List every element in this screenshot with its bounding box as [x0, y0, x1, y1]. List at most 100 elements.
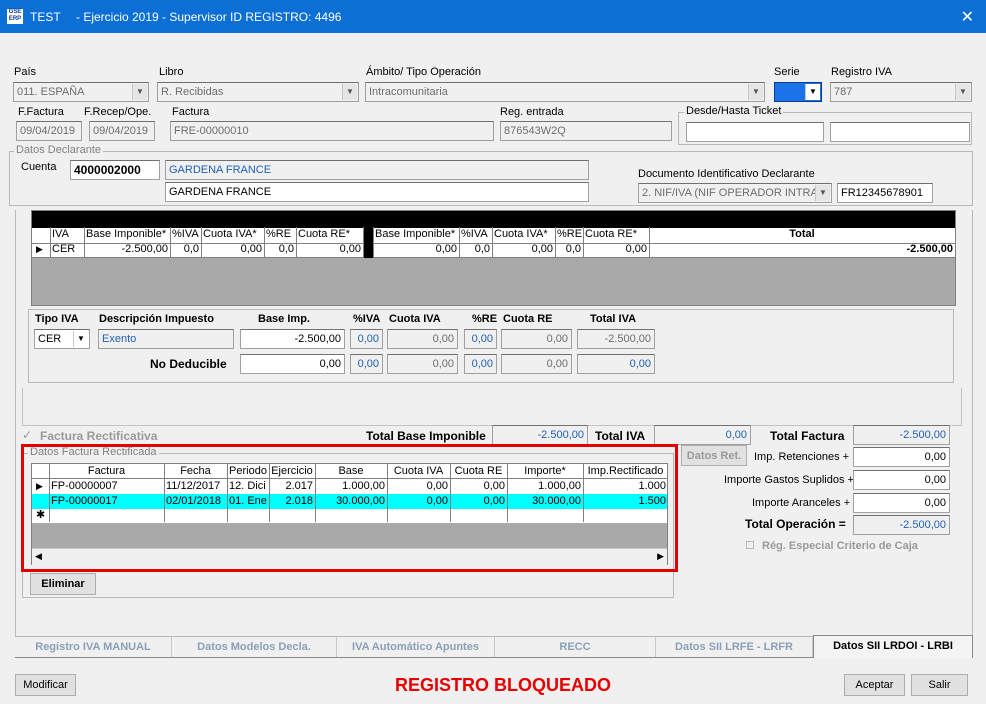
datos-ret-button[interactable]: Datos Ret. — [681, 445, 747, 466]
rectificativa-checkbox[interactable]: ✓ — [22, 428, 32, 442]
iva-grid-cell[interactable]: 0,00 — [296, 242, 363, 256]
chevron-down-icon[interactable]: ▼ — [805, 84, 820, 100]
grid-divider — [555, 227, 556, 258]
pre-header: %RE — [472, 313, 498, 325]
grid-separator-block — [364, 227, 373, 258]
frecep-label: F.Recep/Ope. — [84, 106, 152, 118]
chevron-down-icon[interactable]: ▼ — [955, 84, 970, 100]
status-text: REGISTRO BLOQUEADO — [395, 675, 612, 695]
doc-type-select[interactable]: 2. NIF/IVA (NIF OPERADOR INTRA ▼ — [638, 183, 832, 203]
iva-grid-cell[interactable]: 0,00 — [373, 242, 459, 256]
chevron-down-icon[interactable]: ▼ — [73, 331, 88, 347]
gastos-label: Importe Gastos Suplidos + — [724, 474, 854, 486]
cuota-field[interactable]: 0,00 — [387, 329, 458, 349]
highlight-box — [21, 444, 678, 572]
iva-grid-header-cell: Cuota IVA* — [494, 228, 548, 240]
iva-grid-cell[interactable]: 0,0 — [170, 242, 201, 256]
modificar-button[interactable]: Modificar — [15, 674, 76, 696]
gastos-field[interactable]: 0,00 — [853, 470, 950, 490]
eliminar-button[interactable]: Eliminar — [30, 573, 96, 595]
declarante-title: Datos Declarante — [14, 144, 103, 156]
iva-grid-cell[interactable]: 0,00 — [492, 242, 555, 256]
nd-base-field[interactable]: 0,00 — [240, 354, 345, 374]
iva-grid-header-cell: Cuota RE* — [585, 228, 637, 240]
window-caption: - Ejercicio 2019 - Supervisor ID REGISTR… — [76, 10, 342, 24]
iva-grid-cell[interactable]: 0,0 — [459, 242, 492, 256]
ffactura-field[interactable]: 09/04/2019 — [16, 121, 82, 141]
nd-pre-field: 0,00 — [464, 354, 497, 374]
tab-sii-lrdoi[interactable]: Datos SII LRDOI - LRBI — [813, 635, 973, 658]
iva-grid-cell[interactable]: 0,0 — [555, 242, 583, 256]
total-iva-header: Total IVA — [590, 313, 637, 325]
total-iva-field: 0,00 — [654, 425, 751, 445]
tab-iva-automatico[interactable]: IVA Automático Apuntes — [337, 637, 495, 657]
ticket-label: Desde/Hasta Ticket — [684, 105, 784, 117]
chevron-down-icon[interactable]: ▼ — [342, 84, 357, 100]
tab-datos-modelos[interactable]: Datos Modelos Decla. — [172, 637, 337, 657]
factura-field[interactable]: FRE-00000010 — [170, 121, 494, 141]
ffactura-label: F.Factura — [18, 106, 64, 118]
registro-iva-select[interactable]: 787 ▼ — [830, 82, 972, 102]
chevron-down-icon[interactable]: ▼ — [132, 84, 147, 100]
iva-grid-cell[interactable]: 0,00 — [201, 242, 264, 256]
detail-bottom-border — [22, 388, 962, 426]
ambito-select[interactable]: Intracomunitaria ▼ — [365, 82, 765, 102]
grid-divider — [373, 227, 374, 258]
libro-select[interactable]: R. Recibidas ▼ — [157, 82, 359, 102]
grid-divider — [264, 227, 265, 258]
libro-label: Libro — [159, 66, 184, 78]
iva-grid-header-cell: %RE — [557, 228, 583, 240]
aranceles-label: Importe Aranceles + — [752, 497, 851, 509]
no-deducible-label: No Deducible — [150, 357, 227, 371]
pais-select[interactable]: 011. ESPAÑA ▼ — [13, 82, 149, 102]
grid-divider — [649, 227, 650, 258]
tab-registro-iva-manual[interactable]: Registro IVA MANUAL — [15, 637, 172, 657]
registro-iva-value: 787 — [834, 86, 853, 98]
reg-entrada-field[interactable]: 876543W2Q — [500, 121, 672, 141]
chevron-down-icon[interactable]: ▼ — [815, 185, 830, 201]
iva-grid-cell[interactable]: 0,0 — [264, 242, 296, 256]
iva-grid-cell[interactable]: CER — [50, 242, 84, 256]
salir-button[interactable]: Salir — [911, 674, 968, 696]
cuenta-field[interactable]: 4000002000 — [70, 160, 160, 180]
tab-sii-lrfe[interactable]: Datos SII LRFE - LRFR — [656, 637, 813, 657]
nd-total-field: 0,00 — [577, 354, 655, 374]
cuenta-label: Cuenta — [21, 161, 57, 173]
base-field[interactable]: -2.500,00 — [240, 329, 345, 349]
tab-recc[interactable]: RECC — [495, 637, 656, 657]
chevron-down-icon[interactable]: ▼ — [748, 84, 763, 100]
iva-grid-cell[interactable]: -2.500,00 — [649, 242, 955, 256]
aranceles-field[interactable]: 0,00 — [853, 493, 950, 513]
ticket-from-field[interactable] — [686, 122, 824, 142]
grid-divider — [170, 227, 171, 258]
iva-grid-header-cell: Total — [789, 228, 815, 240]
doc-value-field[interactable]: FR12345678901 — [837, 183, 933, 203]
total-factura-field: -2.500,00 — [853, 425, 950, 445]
serie-label: Serie — [774, 66, 800, 78]
iva-grid-header-cell: IVA — [52, 228, 69, 240]
nd-cuota-field[interactable]: 0,00 — [387, 354, 458, 374]
cuotare-field[interactable]: 0,00 — [501, 329, 572, 349]
caja-checkbox[interactable]: ☐ — [745, 539, 755, 552]
grid-divider — [583, 227, 584, 258]
iva-grid-header-cell: %IVA — [461, 228, 488, 240]
declarante-name-field[interactable]: GARDENA FRANCE — [165, 182, 589, 202]
aceptar-button[interactable]: Aceptar — [844, 674, 905, 696]
iva-grid-cell[interactable]: -2.500,00 — [84, 242, 170, 256]
tipo-iva-select[interactable]: CER ▼ — [34, 329, 90, 349]
registro-iva-label: Registro IVA — [831, 66, 892, 78]
iva-grid-cell[interactable]: 0,00 — [583, 242, 649, 256]
frecep-field[interactable]: 09/04/2019 — [89, 121, 155, 141]
tipo-iva-header: Tipo IVA — [35, 313, 79, 325]
retenciones-field[interactable]: 0,00 — [853, 447, 950, 467]
ticket-to-field[interactable] — [830, 122, 970, 142]
nd-piva-field: 0,00 — [350, 354, 383, 374]
declarante-name-blue: GARDENA FRANCE — [165, 160, 589, 180]
libro-value: R. Recibidas — [161, 86, 224, 98]
iva-grid-header-cell: %RE — [266, 228, 292, 240]
serie-select[interactable]: ▼ — [774, 82, 822, 102]
total-iva-field: -2.500,00 — [577, 329, 655, 349]
total-base-label: Total Base Imponible — [366, 429, 486, 443]
close-icon[interactable]: ✕ — [961, 7, 974, 27]
nd-cuotare-field[interactable]: 0,00 — [501, 354, 572, 374]
